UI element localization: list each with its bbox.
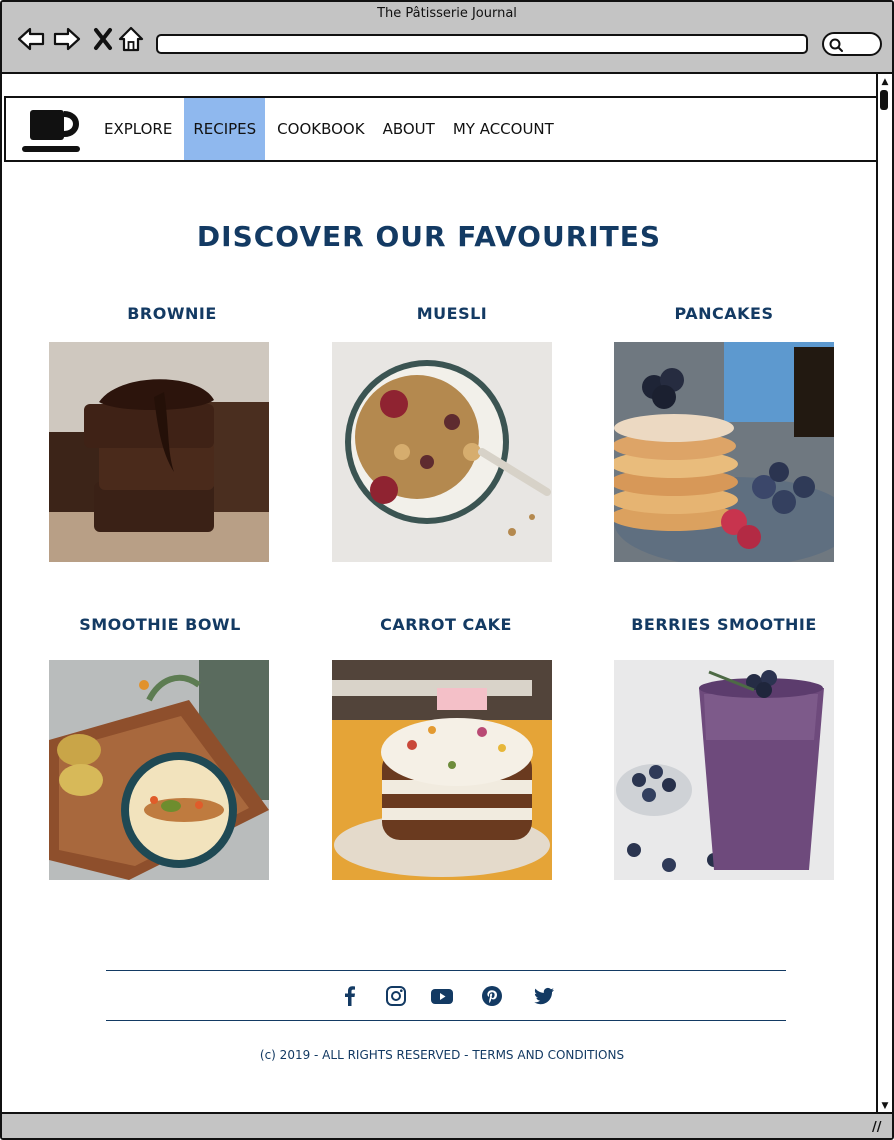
coffee-cup-icon[interactable] [20,106,82,158]
pancakes-photo[interactable] [614,342,834,562]
scroll-thumb[interactable] [880,90,888,110]
pinterest-icon[interactable] [480,984,506,1008]
search-icon [829,38,843,52]
footer-divider-bottom [106,1020,786,1021]
browser-statusbar: // [2,1112,892,1138]
nav-item-recipes[interactable]: RECIPES [184,98,266,160]
carrot-cake-photo[interactable] [332,660,552,880]
recipe-title-carrot-cake[interactable]: CARROT CAKE [316,615,576,634]
twitter-icon[interactable] [532,984,558,1008]
smoothie-bowl-photo[interactable] [49,660,269,880]
back-icon[interactable] [16,24,46,54]
nav-links: EXPLORE RECIPES COOKBOOK ABOUT MY ACCOUN… [98,98,566,160]
recipe-title-pancakes[interactable]: PANCAKES [594,304,854,323]
nav-item-cookbook[interactable]: COOKBOOK [271,98,370,160]
youtube-icon[interactable] [430,984,456,1008]
vertical-scrollbar[interactable]: ▲ ▼ [876,74,892,1114]
forward-icon[interactable] [52,24,82,54]
search-button[interactable] [822,32,882,56]
instagram-icon[interactable] [384,984,410,1008]
berries-smoothie-photo[interactable] [614,660,834,880]
page-title: DISCOVER OUR FAVOURITES [196,220,662,253]
site-navbar: EXPLORE RECIPES COOKBOOK ABOUT MY ACCOUN… [4,96,878,162]
recipe-title-muesli[interactable]: MUESLI [322,304,582,323]
home-icon[interactable] [116,24,146,54]
facebook-icon[interactable] [338,984,364,1008]
footer-divider-top [106,970,786,971]
address-bar[interactable] [156,34,808,54]
nav-item-about[interactable]: ABOUT [377,98,441,160]
nav-item-my-account[interactable]: MY ACCOUNT [447,98,560,160]
scroll-up-icon[interactable]: ▲ [879,76,891,88]
nav-item-explore[interactable]: EXPLORE [98,98,178,160]
scroll-down-icon[interactable]: ▼ [879,1100,891,1112]
muesli-photo[interactable] [332,342,552,562]
resize-grip-icon[interactable]: // [872,1120,888,1136]
brownie-photo[interactable] [49,342,269,562]
recipe-title-smoothie-bowl[interactable]: SMOOTHIE BOWL [30,615,290,634]
copyright-text[interactable]: (c) 2019 - ALL RIGHTS RESERVED - TERMS A… [2,1048,882,1062]
browser-toolbar: The Pâtisserie Journal [2,2,892,74]
recipe-title-brownie[interactable]: BROWNIE [42,304,302,323]
recipe-title-berries-smoothie[interactable]: BERRIES SMOOTHIE [594,615,854,634]
window-title: The Pâtisserie Journal [377,6,517,21]
browser-window: The Pâtisserie Journal ▲ ▼ EXPLORE RECIP… [0,0,894,1140]
